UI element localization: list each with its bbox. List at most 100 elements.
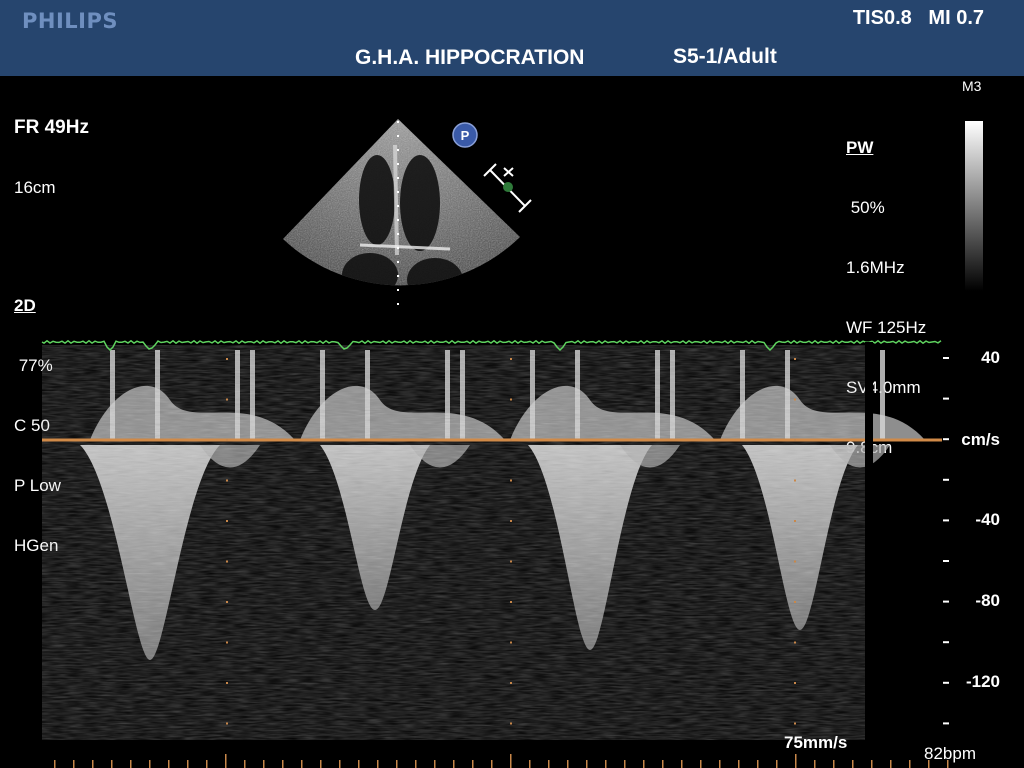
grid-dot [510, 601, 512, 603]
grid-dot [226, 641, 228, 644]
doppler-spectrum [42, 345, 925, 740]
grid-dot [510, 722, 512, 725]
grid-dot [794, 479, 796, 482]
top-bar: PHILIPS TIS0.8 MI 0.7 G.H.A. HIPPOCRATIO… [0, 0, 1024, 76]
time-tick [282, 760, 284, 768]
time-tick [472, 760, 474, 768]
probe-preset: S5-1/Adult [673, 45, 777, 68]
scale-tick [943, 519, 949, 522]
time-tick [377, 760, 379, 768]
grid-dot [510, 560, 512, 563]
grid-dot [226, 439, 228, 441]
grid-dot [794, 601, 796, 603]
spectral-doppler-display [41, 339, 949, 740]
scale-tick [943, 438, 949, 441]
scale-tick [943, 600, 949, 603]
grid-dot [510, 439, 512, 441]
mode-pw: PW [846, 138, 874, 157]
scale-tick [943, 397, 949, 400]
time-tick [320, 760, 322, 768]
time-tick [871, 760, 873, 768]
time-tick [548, 760, 550, 768]
tis-value: TIS0.8 [852, 7, 912, 29]
grid-dot [226, 722, 228, 725]
gain-pw: 50% [846, 198, 885, 217]
time-tick [263, 760, 265, 768]
scale-unit: cm/s [961, 430, 1000, 449]
grid-dot [226, 358, 228, 360]
grid-dot [794, 398, 796, 401]
frame-rate: FR 49Hz [14, 117, 89, 138]
grid-dot [510, 398, 512, 401]
time-tick [814, 760, 816, 768]
time-tick [206, 760, 208, 768]
velocity-scale [943, 357, 949, 725]
grid-dot [794, 520, 796, 522]
time-tick [681, 760, 683, 768]
grid-dot [510, 641, 512, 644]
time-tick [738, 760, 740, 768]
grid-dot [794, 358, 796, 360]
pw-indicator-icon: P [452, 122, 478, 148]
time-tick [586, 760, 588, 768]
mi-value: MI 0.7 [928, 7, 984, 29]
time-tick [149, 760, 151, 768]
time-tick [453, 760, 455, 768]
time-tick [700, 760, 702, 768]
scale-tick [943, 681, 949, 684]
scale-tick [943, 641, 949, 644]
gray-map-label: M3 [962, 78, 982, 94]
grayscale-bar [965, 121, 983, 291]
time-tick [510, 754, 512, 768]
scale-label-40: 40 [981, 348, 1000, 367]
time-tick [928, 760, 930, 768]
grid-dot [510, 479, 512, 482]
time-tick [54, 760, 56, 768]
time-tick [909, 760, 911, 768]
time-tick [947, 760, 949, 768]
time-tick [130, 760, 132, 768]
hospital-name: G.H.A. HIPPOCRATION [355, 46, 585, 69]
grid-dot [226, 682, 228, 684]
grid-dot [510, 358, 512, 360]
scale-tick [943, 357, 949, 359]
time-tick [719, 760, 721, 768]
brand-logo: PHILIPS [22, 9, 118, 33]
grid-dot [794, 439, 796, 441]
time-tick [624, 760, 626, 768]
sweep-cursor [865, 342, 873, 470]
time-tick [833, 760, 835, 768]
scale-tick [943, 722, 949, 725]
time-tick [491, 760, 493, 768]
time-tick [73, 760, 75, 768]
grid-dot [226, 560, 228, 563]
time-tick [415, 760, 417, 768]
time-tick [662, 760, 664, 768]
scale-label-minus-120: -120 [965, 672, 1000, 691]
time-tick [852, 760, 854, 768]
time-tick [339, 760, 341, 768]
time-tick [776, 760, 778, 768]
time-tick [890, 760, 892, 768]
signal-spike [880, 350, 885, 440]
time-tick [529, 760, 531, 768]
speckle-texture [42, 345, 865, 740]
time-tick [795, 754, 797, 768]
time-axis [54, 754, 949, 768]
time-tick [434, 760, 436, 768]
grid-dot [794, 641, 796, 644]
time-tick [187, 760, 189, 768]
pw-indicator-letter: P [461, 128, 470, 143]
grid-dot [510, 520, 512, 522]
grid-dot [226, 398, 228, 401]
sample-gate-icon [483, 163, 532, 213]
safety-indices: TIS0.8 MI 0.7 [853, 7, 984, 30]
scale-label-minus-80: -80 [975, 591, 1000, 610]
time-tick [757, 760, 759, 768]
time-tick [605, 760, 607, 768]
time-tick [358, 760, 360, 768]
grid-dot [226, 479, 228, 482]
doppler-frequency: 1.6MHz [846, 258, 905, 277]
time-tick [643, 760, 645, 768]
time-tick [225, 754, 227, 768]
